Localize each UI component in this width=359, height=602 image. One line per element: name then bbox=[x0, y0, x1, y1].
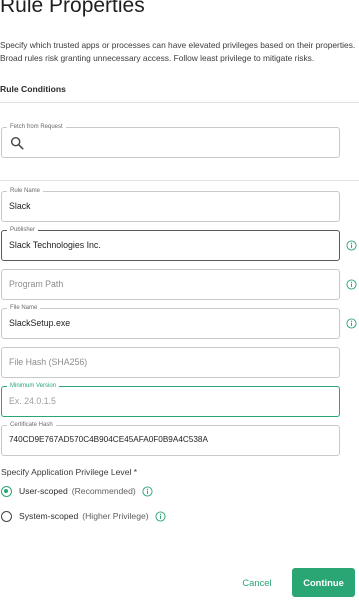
search-icon bbox=[10, 136, 24, 150]
radio-selected-icon[interactable] bbox=[1, 485, 12, 497]
page-title: Rule Properties bbox=[0, 0, 145, 17]
minimum-version-label: Minimum Version bbox=[7, 381, 60, 391]
continue-button[interactable]: Continue bbox=[292, 568, 355, 597]
radio-unselected-icon[interactable] bbox=[1, 510, 12, 522]
certificate-hash-field[interactable]: Certificate Hash 740CD9E767AD570C4B904CE… bbox=[1, 420, 340, 456]
file-name-info-icon[interactable] bbox=[346, 318, 357, 329]
program-path-info-icon[interactable] bbox=[346, 279, 357, 290]
file-hash-placeholder: File Hash (SHA256) bbox=[9, 357, 88, 367]
publisher-value: Slack Technologies Inc. bbox=[9, 240, 101, 250]
publisher-info-icon[interactable] bbox=[346, 240, 357, 251]
section-divider bbox=[0, 102, 359, 103]
page-description: Specify which trusted apps or processes … bbox=[0, 40, 356, 63]
fetch-divider bbox=[0, 180, 359, 181]
file-name-value: SlackSetup.exe bbox=[9, 318, 71, 328]
file-name-field[interactable]: File Name SlackSetup.exe bbox=[1, 303, 340, 339]
rule-name-value: Slack bbox=[9, 201, 31, 211]
program-path-field[interactable]: Program Path bbox=[1, 269, 340, 300]
privilege-level-label: Specify Application Privilege Level * bbox=[1, 467, 138, 477]
user-scoped-hint: (Recommended) bbox=[71, 486, 136, 496]
user-scoped-info-icon[interactable] bbox=[142, 485, 153, 497]
cancel-button[interactable]: Cancel bbox=[235, 574, 279, 592]
radio-user-scoped[interactable]: User-scoped (Recommended) bbox=[1, 484, 153, 498]
system-scoped-hint: (Higher Privilege) bbox=[82, 511, 149, 521]
system-scoped-info-icon[interactable] bbox=[155, 510, 166, 522]
minimum-version-placeholder: Ex. 24.0.1.5 bbox=[9, 396, 56, 406]
file-name-label: File Name bbox=[7, 303, 41, 313]
fetch-from-request-field[interactable]: Fetch from Request bbox=[1, 122, 340, 158]
section-title-rule-conditions: Rule Conditions bbox=[0, 84, 66, 94]
system-scoped-label: System-scoped bbox=[19, 511, 79, 521]
file-hash-field[interactable]: File Hash (SHA256) bbox=[1, 347, 340, 378]
rule-name-field[interactable]: Rule Name Slack bbox=[1, 186, 340, 222]
rule-name-label: Rule Name bbox=[7, 186, 44, 196]
user-scoped-label: User-scoped bbox=[19, 486, 68, 496]
minimum-version-field[interactable]: Minimum Version Ex. 24.0.1.5 bbox=[1, 381, 340, 417]
program-path-placeholder: Program Path bbox=[9, 279, 64, 289]
certificate-hash-label: Certificate Hash bbox=[7, 420, 56, 430]
publisher-label: Publisher bbox=[7, 225, 39, 235]
certificate-hash-value: 740CD9E767AD570C4B904CE45AFA0F0B9A4C538A bbox=[9, 435, 208, 444]
publisher-field[interactable]: Publisher Slack Technologies Inc. bbox=[1, 225, 340, 261]
radio-system-scoped[interactable]: System-scoped (Higher Privilege) bbox=[1, 509, 166, 523]
fetch-from-request-label: Fetch from Request bbox=[7, 122, 66, 132]
